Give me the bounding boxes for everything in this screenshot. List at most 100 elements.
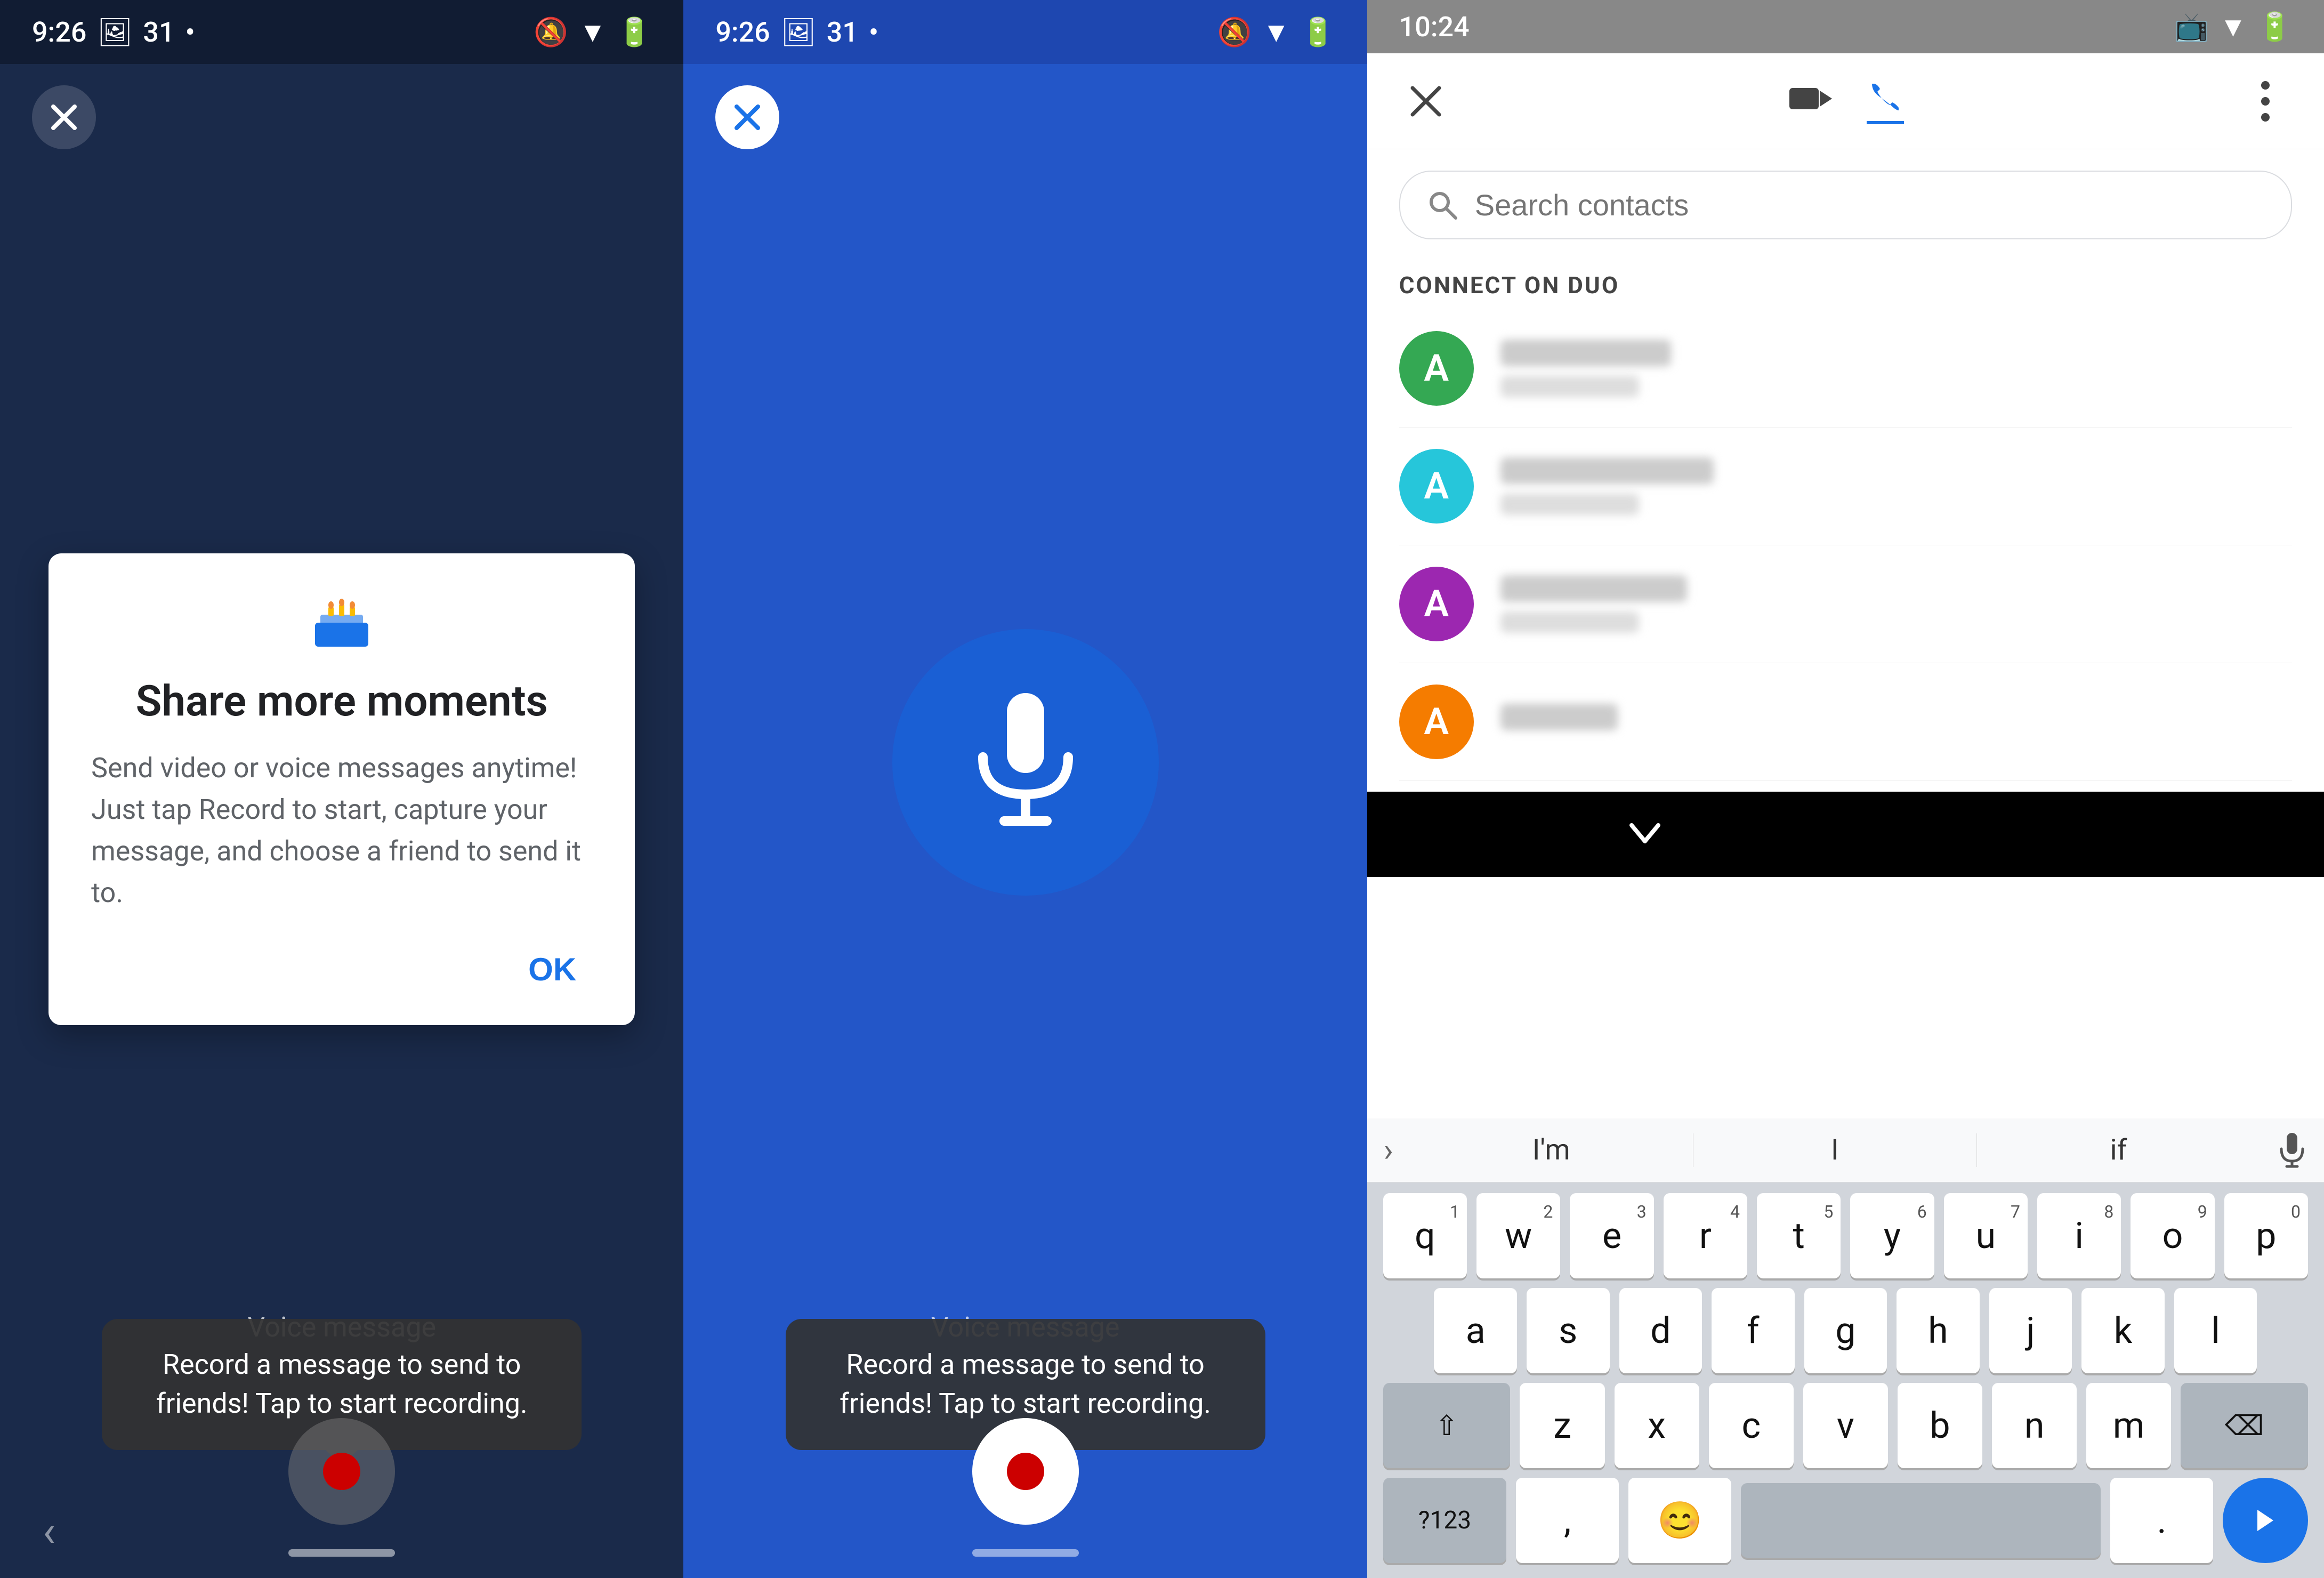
contact-name-3 <box>1500 704 1618 730</box>
key-j[interactable]: j <box>1989 1288 2072 1373</box>
dot-icon-2: • <box>869 16 878 49</box>
mute-icon-2: 🔕 <box>1217 16 1252 49</box>
home-indicator-2 <box>972 1549 1079 1557</box>
key-a[interactable]: a <box>1434 1288 1517 1373</box>
wifi-icon-3: ▼ <box>2220 11 2247 43</box>
suggestion-if[interactable]: if <box>1977 1133 2260 1167</box>
record-dot-2 <box>1007 1453 1044 1490</box>
time-3: 10:24 <box>1399 11 1470 43</box>
expand-suggestions-button[interactable]: › <box>1367 1131 1410 1169</box>
key-spacer-l <box>1383 1288 1425 1373</box>
keyboard-rows: q1 w2 e3 r4 t5 y6 u7 i8 o9 p0 a s d f g … <box>1367 1182 2324 1578</box>
more-icon <box>2257 77 2273 125</box>
suggestion-i[interactable]: I <box>1693 1133 1977 1167</box>
back-button-1[interactable]: ‹ <box>43 1507 55 1557</box>
key-emoji[interactable]: 😊 <box>1628 1478 1731 1563</box>
key-row-2: a s d f g h j k l <box>1383 1288 2308 1373</box>
search-input-wrap[interactable] <box>1399 171 2292 239</box>
toast-text-2: Record a message to send to friends! Tap… <box>840 1348 1211 1420</box>
ok-button[interactable]: OK <box>512 946 592 993</box>
contact-row-1: A <box>1399 428 2292 545</box>
mic-circle[interactable] <box>892 629 1159 896</box>
key-m[interactable]: m <box>2086 1383 2171 1468</box>
home-indicator-1 <box>288 1549 395 1557</box>
key-y[interactable]: y6 <box>1850 1193 1934 1278</box>
contact-sub-1 <box>1500 494 1639 515</box>
battery-icon-2: 🔋 <box>1301 16 1335 49</box>
photo-icon-2: 🖼 <box>781 16 816 49</box>
search-input[interactable] <box>1475 188 2264 222</box>
key-row-1: q1 w2 e3 r4 t5 y6 u7 i8 o9 p0 <box>1383 1193 2308 1278</box>
key-l[interactable]: l <box>2174 1288 2257 1373</box>
key-o[interactable]: o9 <box>2131 1193 2214 1278</box>
panel-2: 9:26 🖼 31 • 🔕 ▼ 🔋 Voice message Record a… <box>683 0 1367 1578</box>
key-c[interactable]: c <box>1709 1383 1794 1468</box>
key-k[interactable]: k <box>2081 1288 2165 1373</box>
phone-icon <box>1867 78 1904 116</box>
keyboard: › I'm I if q1 w2 e3 r4 t5 y6 <box>1367 1118 2324 1578</box>
key-w[interactable]: w2 <box>1476 1193 1560 1278</box>
avatar-3: A <box>1399 685 1474 759</box>
suggestion-im[interactable]: I'm <box>1410 1133 1693 1167</box>
connect-section: CONNECT ON DUO A A A A <box>1367 250 2324 792</box>
status-time-3: 10:24 <box>1399 11 1470 43</box>
contact-row-3: A <box>1399 663 2292 781</box>
key-p[interactable]: p0 <box>2224 1193 2308 1278</box>
record-dot-1 <box>323 1453 360 1490</box>
wifi-icon-2: ▼ <box>1263 16 1290 49</box>
contact-row-2: A <box>1399 545 2292 663</box>
contact-info-3 <box>1500 704 2292 740</box>
key-send[interactable] <box>2223 1478 2308 1563</box>
key-s[interactable]: s <box>1527 1288 1610 1373</box>
calendar-icon-2: 31 <box>827 16 858 49</box>
record-button-1[interactable] <box>288 1418 395 1525</box>
battery-icon-3: 🔋 <box>2257 11 2292 43</box>
key-b[interactable]: b <box>1898 1383 1982 1468</box>
nav-down-button[interactable] <box>1626 820 1664 849</box>
key-f[interactable]: f <box>1712 1288 1795 1373</box>
keyboard-suggestions: › I'm I if <box>1367 1118 2324 1182</box>
search-bar <box>1367 149 2324 250</box>
contact-info-0 <box>1500 340 2292 397</box>
send-icon <box>2249 1504 2281 1536</box>
key-backspace[interactable]: ⌫ <box>2181 1383 2308 1468</box>
key-comma[interactable]: , <box>1516 1478 1619 1563</box>
key-r[interactable]: r4 <box>1664 1193 1747 1278</box>
key-shift[interactable]: ⇧ <box>1383 1383 1511 1468</box>
toast-text-1: Record a message to send to friends! Tap… <box>156 1348 528 1420</box>
dialog-title: Share more moments <box>91 676 592 726</box>
key-i[interactable]: i8 <box>2037 1193 2121 1278</box>
key-g[interactable]: g <box>1804 1288 1887 1373</box>
key-z[interactable]: z <box>1520 1383 1604 1468</box>
bottom-nav-3 <box>1367 792 2324 877</box>
close-button-3[interactable] <box>1399 75 1452 128</box>
key-numbers[interactable]: ?123 <box>1383 1478 1506 1563</box>
key-t[interactable]: t5 <box>1757 1193 1841 1278</box>
tab-phone-call[interactable] <box>1867 78 1904 124</box>
key-d[interactable]: d <box>1619 1288 1702 1373</box>
more-button[interactable] <box>2239 75 2292 128</box>
key-period[interactable]: . <box>2110 1478 2213 1563</box>
avatar-1: A <box>1399 449 1474 524</box>
key-e[interactable]: e3 <box>1570 1193 1653 1278</box>
dialog-actions: OK <box>91 946 592 993</box>
contact-name-2 <box>1500 575 1687 602</box>
keyboard-mic-button[interactable] <box>2260 1132 2324 1169</box>
key-x[interactable]: x <box>1615 1383 1699 1468</box>
header-tabs <box>1484 78 2207 124</box>
avatar-2: A <box>1399 567 1474 641</box>
key-space[interactable] <box>1741 1483 2101 1558</box>
video-camera-icon <box>1787 80 1835 117</box>
key-n[interactable]: n <box>1992 1383 2077 1468</box>
contact-name-1 <box>1500 457 1714 484</box>
contact-row-0: A <box>1399 310 2292 428</box>
close-icon-2 <box>731 101 763 133</box>
key-u[interactable]: u7 <box>1944 1193 2028 1278</box>
key-q[interactable]: q1 <box>1383 1193 1467 1278</box>
close-button-2[interactable] <box>715 85 779 149</box>
key-v[interactable]: v <box>1803 1383 1888 1468</box>
key-h[interactable]: h <box>1897 1288 1980 1373</box>
key-spacer-r <box>2266 1288 2308 1373</box>
record-button-2[interactable] <box>972 1418 1079 1525</box>
tab-video-call[interactable] <box>1787 80 1835 123</box>
